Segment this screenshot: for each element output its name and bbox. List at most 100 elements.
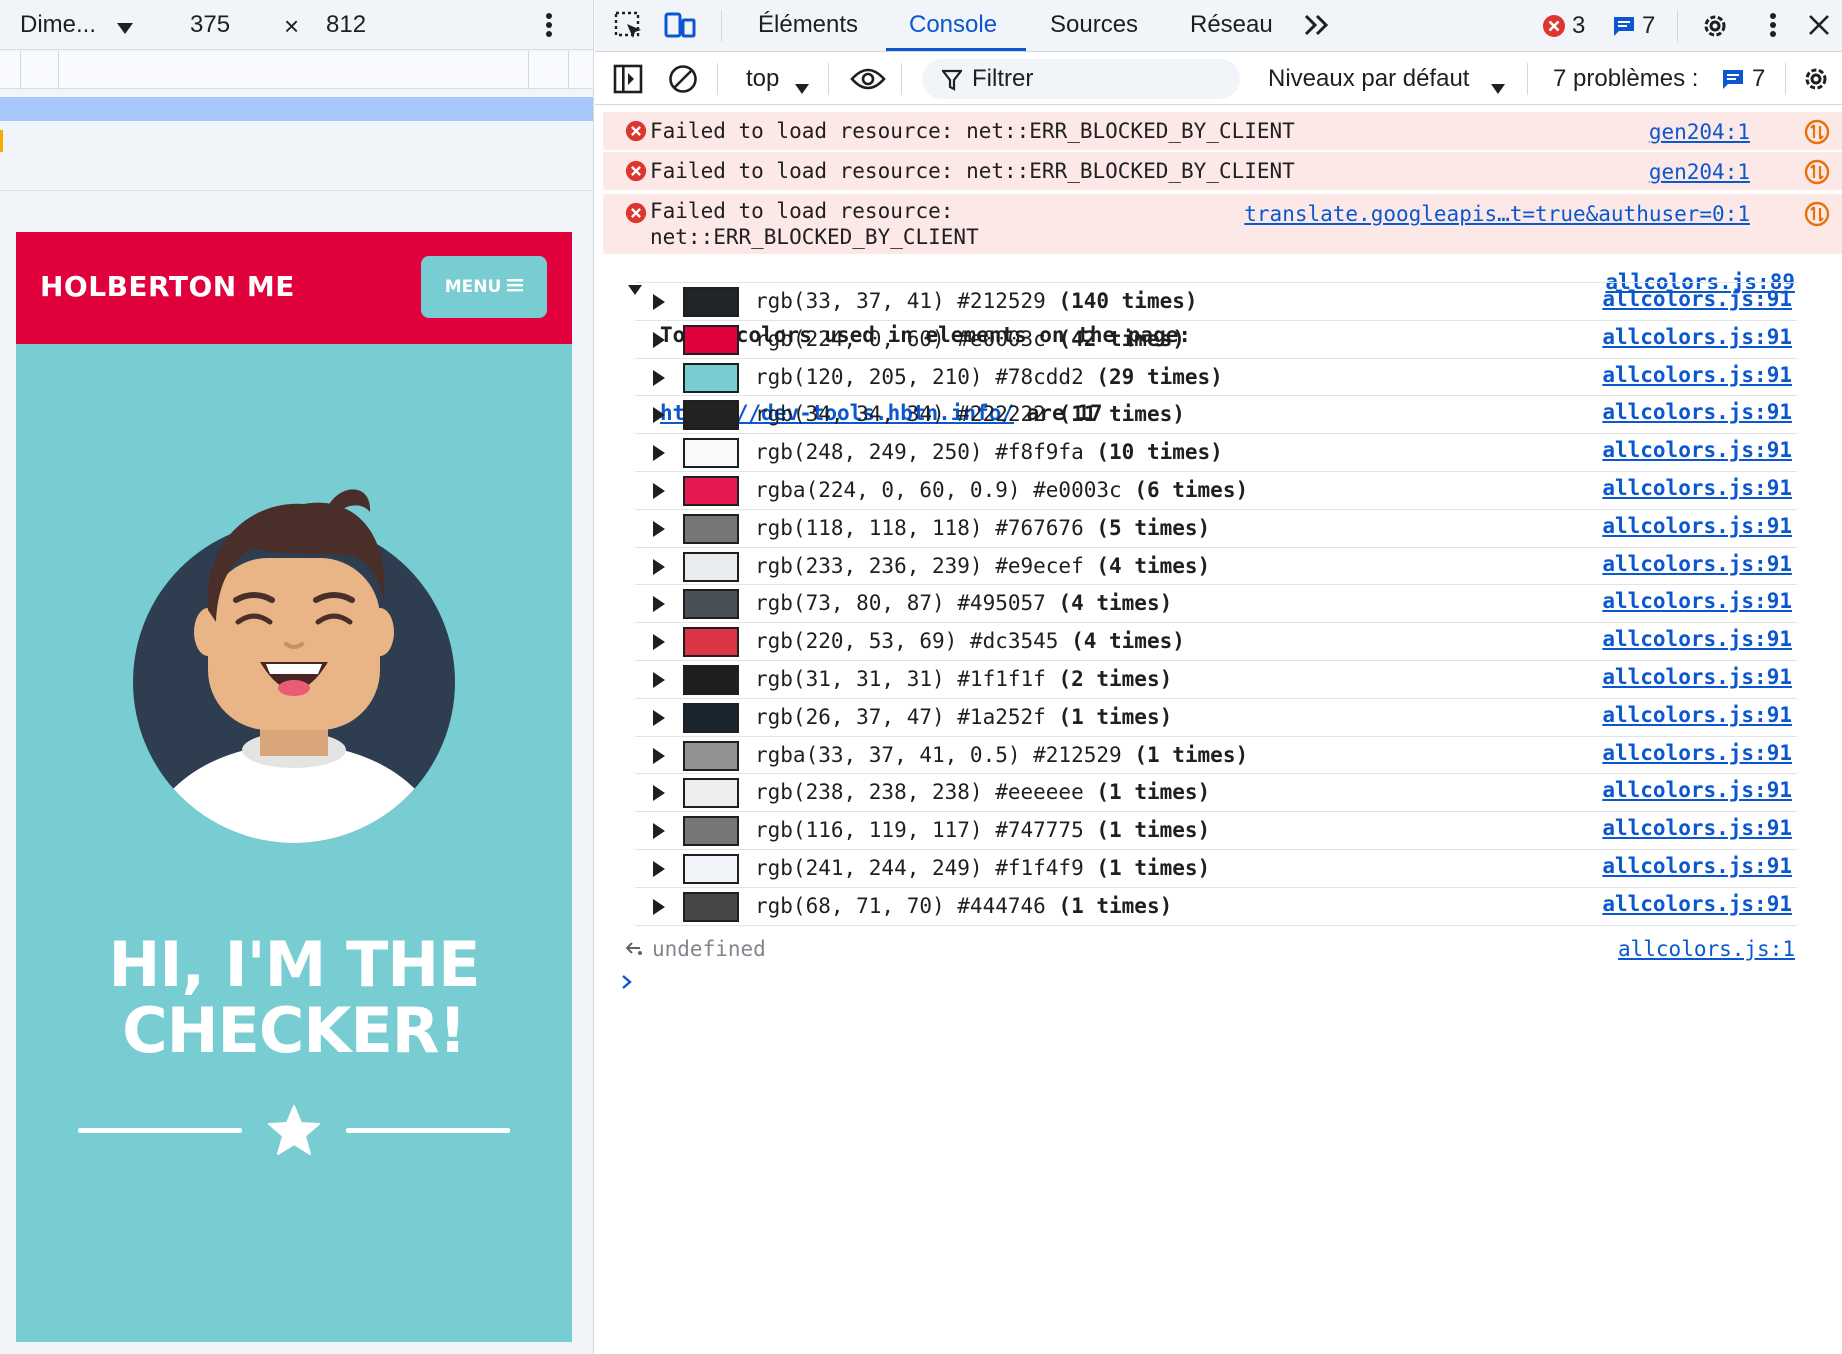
color-source-link[interactable]: allcolors.js:91 (1602, 552, 1792, 576)
expand-caret-icon[interactable] (653, 558, 665, 575)
color-source-link[interactable]: allcolors.js:91 (1602, 400, 1792, 424)
color-row[interactable]: rgb(34, 34, 34) #222222 (11 times) allcol… (635, 395, 1797, 433)
error-icon[interactable] (1542, 14, 1566, 43)
device-height-input[interactable]: 812 (326, 11, 366, 39)
chevron-down-icon[interactable] (116, 14, 134, 42)
color-row[interactable]: rgba(224, 0, 60, 0.9) #e0003c (6 times) a… (635, 471, 1797, 509)
network-request-icon[interactable] (1804, 119, 1830, 150)
color-row[interactable]: rgb(31, 31, 31) #1f1f1f (2 times) allcolo… (635, 660, 1797, 698)
site-brand[interactable]: HOLBERTON ME (40, 270, 295, 303)
expand-caret-icon[interactable] (653, 861, 665, 877)
color-source-link[interactable]: allcolors.js:91 (1602, 703, 1792, 727)
expand-caret-icon[interactable] (653, 823, 665, 840)
console-prompt-icon[interactable] (619, 969, 635, 997)
expand-caret-icon[interactable] (653, 445, 665, 462)
color-source-link[interactable]: allcolors.js:91 (1602, 854, 1792, 878)
color-row[interactable]: rgb(220, 53, 69) #dc3545 (4 times) allcol… (635, 622, 1797, 660)
chevron-down-icon[interactable] (794, 74, 810, 102)
device-select[interactable]: Dime... (20, 11, 96, 39)
expand-caret-icon[interactable] (653, 520, 665, 537)
expand-caret-icon[interactable] (653, 407, 665, 424)
color-source-link[interactable]: allcolors.js:91 (1602, 741, 1792, 765)
color-row[interactable]: rgb(68, 71, 70) #444746 (1 times) allcolo… (635, 886, 1797, 925)
error-source-link[interactable]: gen204:1 (1649, 160, 1750, 184)
inspect-element-icon[interactable] (613, 10, 645, 47)
error-source-link[interactable]: translate.googleapis…t=true&authuser=0:1 (1244, 202, 1750, 226)
expand-caret-icon[interactable] (653, 672, 665, 688)
color-value: rgb(120, 205, 210) #78cdd2 (755, 364, 1084, 389)
color-source-link[interactable]: allcolors.js:91 (1602, 892, 1792, 916)
color-swatch (683, 778, 739, 809)
message-icon[interactable] (1721, 68, 1745, 97)
log-levels-select[interactable]: Niveaux par défaut (1268, 65, 1469, 93)
color-row[interactable]: rgb(248, 249, 250) #f8f9fa (10 times) all… (635, 433, 1797, 471)
network-request-icon[interactable] (1804, 201, 1830, 232)
media-query-bar[interactable] (0, 97, 593, 121)
error-source-link[interactable]: gen204:1 (1649, 120, 1750, 144)
expand-caret-icon[interactable] (653, 634, 665, 651)
color-row[interactable]: rgba(33, 37, 41, 0.5) #212529 (1 times) a… (635, 735, 1797, 774)
color-row[interactable]: rgb(26, 37, 47) #1a252f (1 times) allcolo… (635, 697, 1797, 736)
issues-label[interactable]: 7 problèmes : (1553, 65, 1698, 93)
expand-caret-icon[interactable] (653, 596, 665, 613)
color-row[interactable]: rgb(233, 236, 239) #e9ecef (4 times) allc… (635, 546, 1797, 585)
color-text: rgba(33, 37, 41, 0.5) #212529 (1 times) (755, 743, 1248, 767)
expand-caret-icon[interactable] (653, 369, 665, 386)
more-tabs-icon[interactable] (1303, 13, 1331, 42)
menu-button[interactable]: MENU (421, 256, 547, 318)
color-count: (5 times) (1096, 515, 1211, 540)
breakpoint-marker (0, 130, 3, 152)
hamburger-icon (507, 277, 524, 297)
context-select[interactable]: top (746, 65, 779, 93)
color-row[interactable]: rgb(238, 238, 238) #eeeeee (1 times) allc… (635, 773, 1797, 811)
expand-caret-icon[interactable] (653, 747, 665, 764)
tab-elements[interactable]: Éléments (758, 0, 858, 52)
color-source-link[interactable]: allcolors.js:91 (1602, 627, 1792, 651)
chevron-down-icon[interactable] (1490, 74, 1506, 102)
tab-console[interactable]: Console (909, 0, 997, 52)
color-row[interactable]: rgb(116, 119, 117) #747775 (1 times) allc… (635, 811, 1797, 849)
color-source-link[interactable]: allcolors.js:91 (1602, 665, 1792, 689)
expand-caret-icon[interactable] (653, 709, 665, 726)
color-source-link[interactable]: allcolors.js:91 (1602, 778, 1792, 802)
sidebar-toggle-icon[interactable] (613, 64, 643, 101)
color-source-link[interactable]: allcolors.js:91 (1602, 816, 1792, 840)
expand-caret-icon[interactable] (653, 483, 665, 499)
color-source-link[interactable]: allcolors.js:91 (1602, 476, 1792, 500)
tab-sources[interactable]: Sources (1050, 0, 1138, 52)
expand-caret-icon[interactable] (653, 898, 665, 915)
color-source-link[interactable]: allcolors.js:91 (1602, 514, 1792, 538)
message-icon[interactable] (1612, 15, 1636, 42)
expand-caret-icon[interactable] (653, 785, 665, 802)
expand-caret-icon[interactable] (653, 294, 665, 310)
color-source-link[interactable]: allcolors.js:91 (1602, 325, 1792, 349)
expand-caret-icon[interactable] (653, 331, 665, 348)
color-row[interactable]: rgb(120, 205, 210) #78cdd2 (29 times) all… (635, 357, 1797, 396)
color-count: (6 times) (1134, 478, 1249, 502)
color-source-link[interactable]: allcolors.js:91 (1602, 287, 1792, 311)
more-vertical-icon[interactable] (1769, 12, 1777, 43)
settings-gear-icon[interactable] (1700, 11, 1730, 46)
clear-console-icon[interactable] (668, 64, 698, 101)
live-expression-eye-icon[interactable] (850, 67, 886, 98)
console-settings-gear-icon[interactable] (1801, 64, 1831, 101)
color-swatch (683, 627, 739, 658)
tab-network[interactable]: Réseau (1190, 0, 1273, 52)
device-width-input[interactable]: 375 (190, 11, 230, 39)
color-source-link[interactable]: allcolors.js:91 (1602, 438, 1792, 462)
color-row[interactable]: rgb(73, 80, 87) #495057 (4 times) allcolo… (635, 584, 1797, 622)
network-request-icon[interactable] (1804, 159, 1830, 190)
color-source-link[interactable]: allcolors.js:91 (1602, 589, 1792, 613)
close-icon[interactable] (1808, 14, 1830, 41)
color-source-link[interactable]: allcolors.js:91 (1602, 363, 1792, 387)
color-row[interactable]: rgb(33, 37, 41) #212529 (140 times) allco… (635, 282, 1797, 320)
more-vertical-icon[interactable] (545, 12, 553, 45)
color-count: (29 times) (1096, 364, 1223, 389)
color-row[interactable]: rgb(224, 0, 60) #e0003c (42 times) allcol… (635, 319, 1797, 358)
filter-input[interactable]: Filtrer (922, 59, 1240, 99)
color-row[interactable]: rgb(241, 244, 249) #f1f4f9 (1 times) allc… (635, 849, 1797, 887)
result-source-link[interactable]: allcolors.js:1 (1618, 937, 1795, 961)
device-toggle-icon[interactable] (663, 10, 697, 45)
color-row[interactable]: rgb(118, 118, 118) #767676 (5 times) allc… (635, 508, 1797, 547)
console-toolbar: top Filtrer Niveaux par défaut 7 problèm… (595, 53, 1842, 105)
